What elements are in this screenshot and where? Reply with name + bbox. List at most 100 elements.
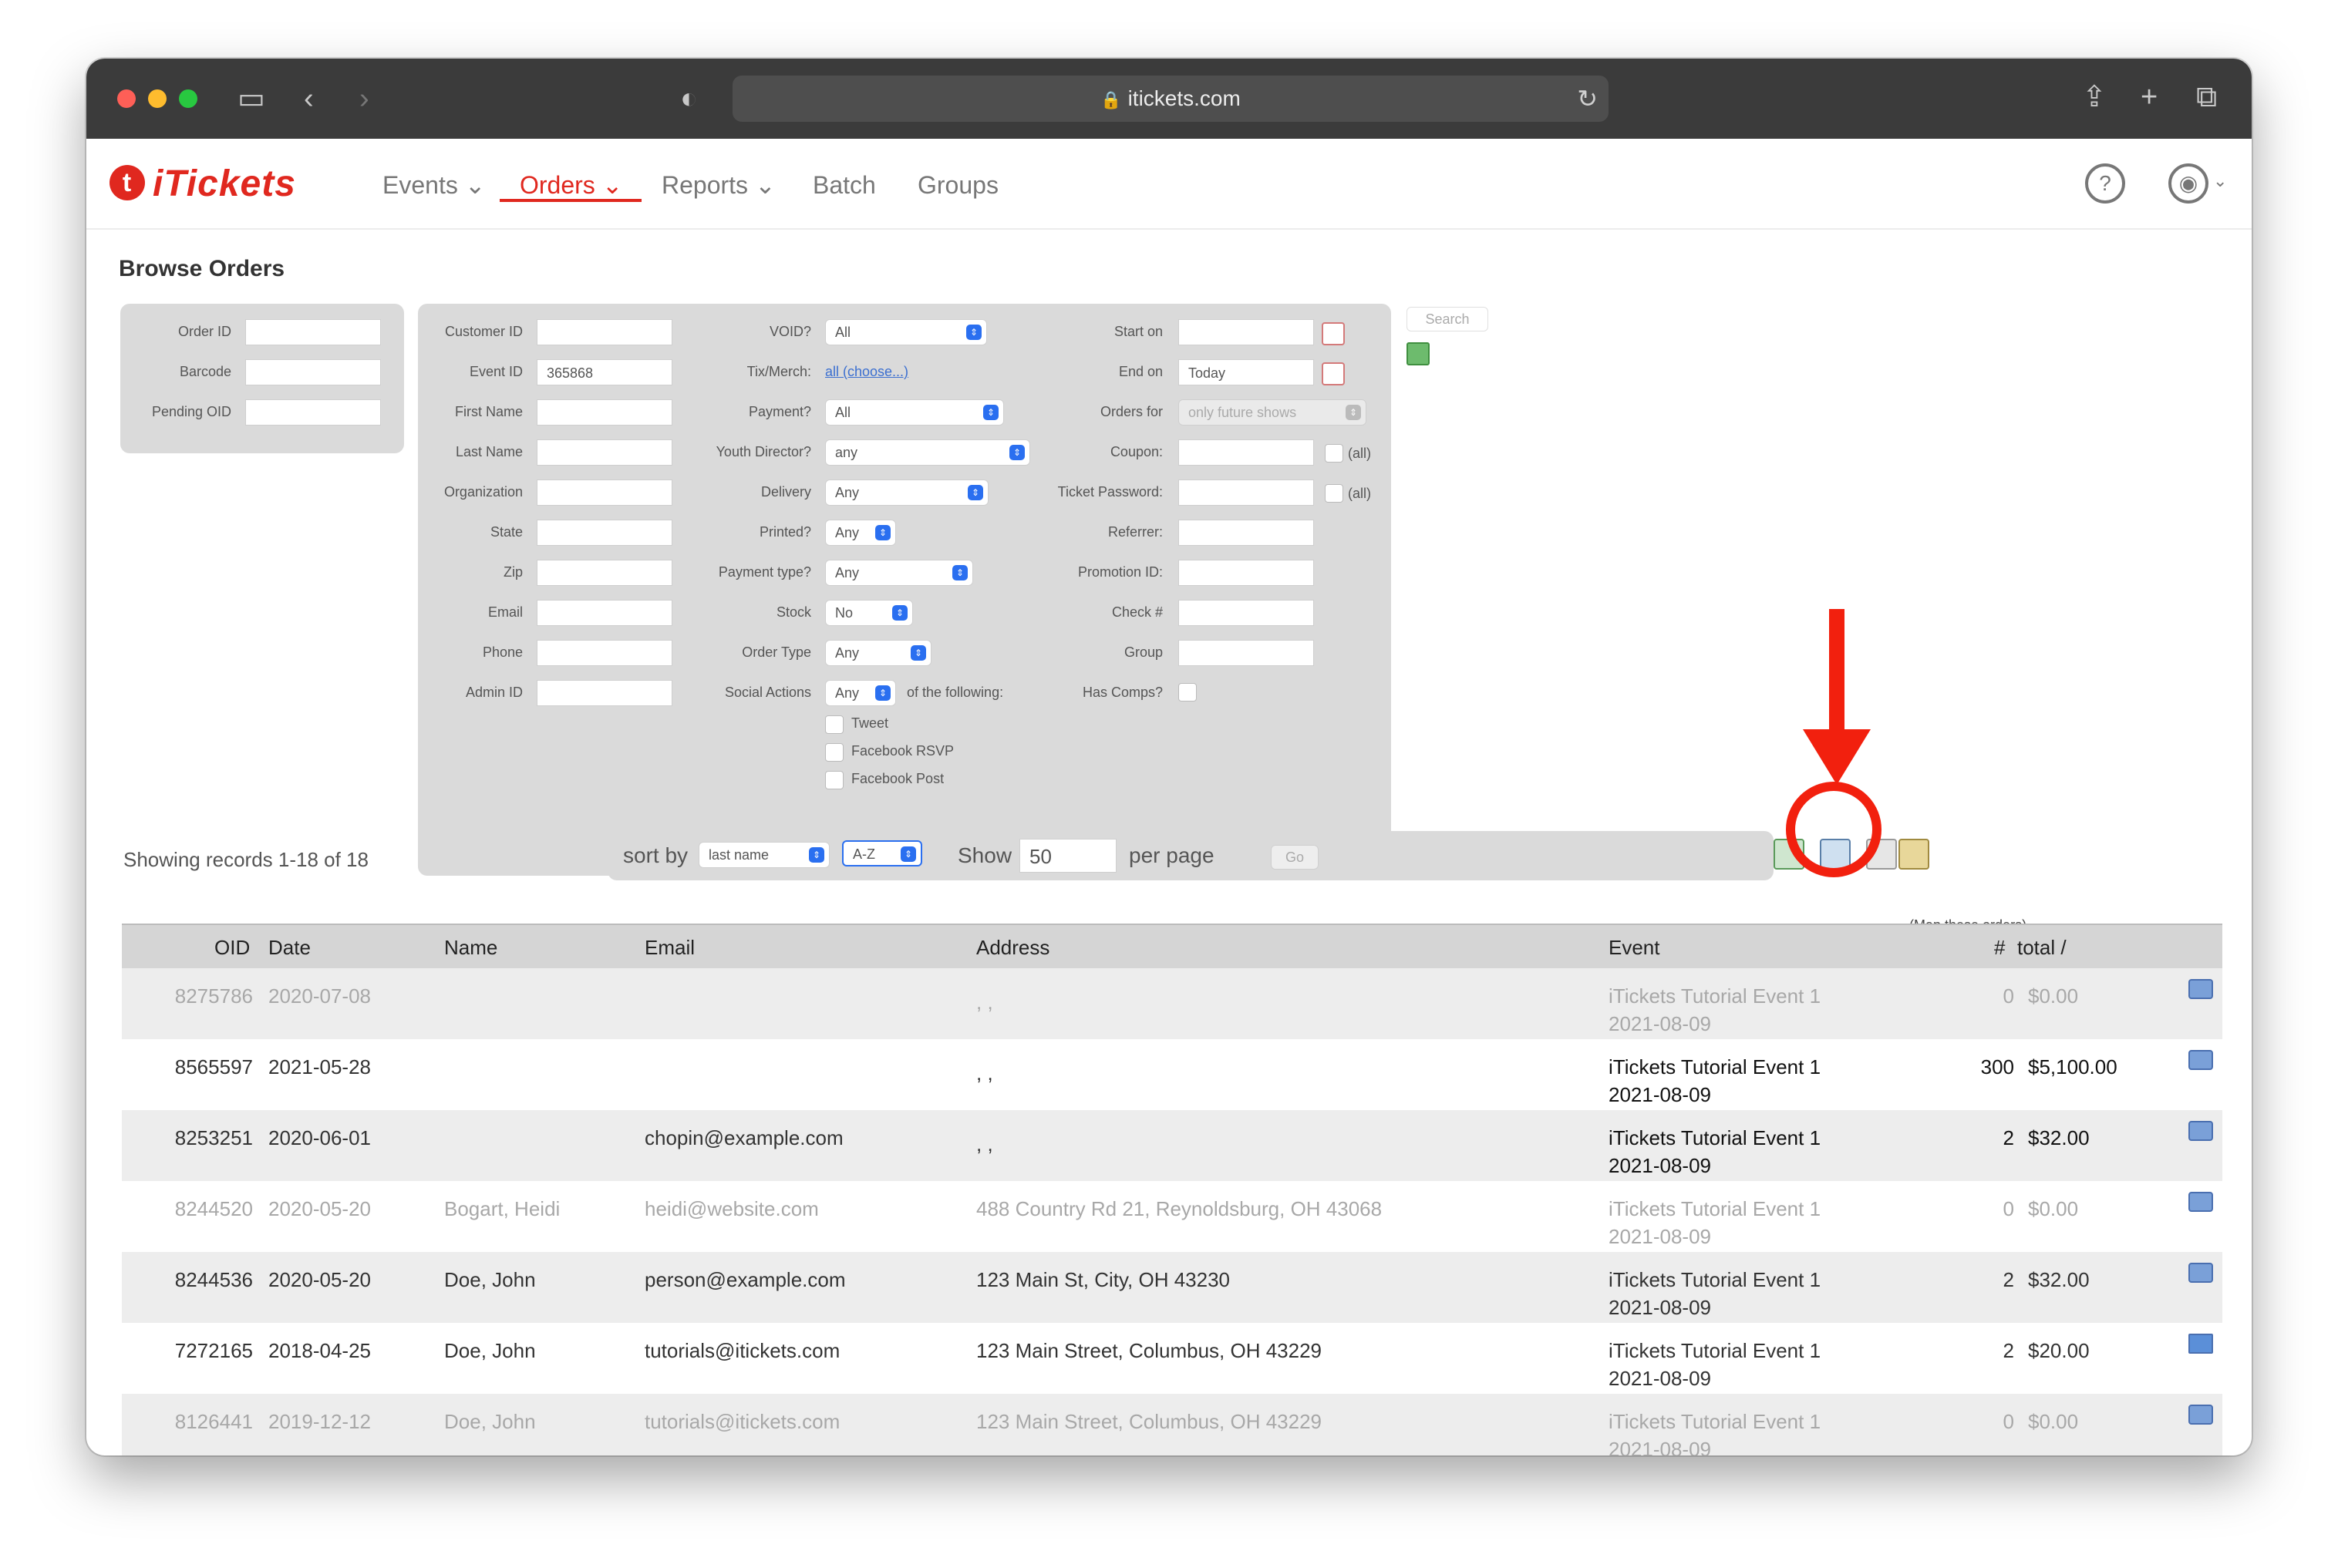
- pending-oid-input[interactable]: [245, 399, 381, 426]
- email-input[interactable]: [537, 600, 672, 626]
- cell-oid[interactable]: 7272165: [168, 1337, 253, 1364]
- chevron-down-icon[interactable]: ⌄: [2213, 171, 2227, 191]
- export-spreadsheet-icon[interactable]: [1407, 342, 1430, 365]
- zoom-window-button[interactable]: [179, 89, 197, 108]
- cell-oid[interactable]: 8565597: [168, 1053, 253, 1081]
- facebook-rsvp-checkbox[interactable]: [825, 743, 844, 762]
- header-oid[interactable]: OID: [214, 936, 250, 960]
- barcode-input[interactable]: [245, 359, 381, 385]
- check-number-input[interactable]: [1178, 600, 1314, 626]
- map-orders-icon[interactable]: [1898, 839, 1929, 870]
- go-button[interactable]: Go: [1271, 845, 1319, 870]
- payment-type-select[interactable]: Any ⇕: [825, 560, 973, 586]
- table-row[interactable]: 8253251 2020-06-01 chopin@example.com , …: [122, 1110, 2222, 1181]
- coupon-input[interactable]: [1178, 439, 1314, 466]
- cell-event[interactable]: iTickets Tutorial Event 1 2021-08-09: [1609, 1124, 1821, 1179]
- printed-select[interactable]: Any ⇕: [825, 520, 896, 546]
- header-count[interactable]: #: [1994, 936, 2005, 960]
- void-select[interactable]: All ⇕: [825, 319, 987, 345]
- table-row[interactable]: 8126441 2019-12-12 Doe, John tutorials@i…: [122, 1394, 2222, 1455]
- search-button[interactable]: Search: [1407, 307, 1488, 331]
- facebook-post-checkbox[interactable]: [825, 771, 844, 789]
- table-row[interactable]: 8565597 2021-05-28 , , iTickets Tutorial…: [122, 1039, 2222, 1110]
- order-id-input[interactable]: [245, 319, 381, 345]
- close-window-button[interactable]: [117, 89, 136, 108]
- cell-event[interactable]: iTickets Tutorial Event 1 2021-08-09: [1609, 1053, 1821, 1109]
- help-icon[interactable]: ?: [2085, 163, 2125, 204]
- calendar-icon[interactable]: [1322, 362, 1345, 385]
- per-page-input[interactable]: 50: [1019, 839, 1117, 873]
- header-event[interactable]: Event: [1609, 936, 1660, 960]
- email-ticket-icon[interactable]: [2188, 1334, 2213, 1354]
- tix-merch-link[interactable]: all (choose...): [825, 364, 908, 380]
- organization-input[interactable]: [537, 479, 672, 506]
- minimize-window-button[interactable]: [148, 89, 167, 108]
- forward-icon[interactable]: ›: [359, 83, 369, 114]
- cell-oid[interactable]: 8126441: [168, 1408, 253, 1435]
- zip-input[interactable]: [537, 560, 672, 586]
- tweet-checkbox[interactable]: [825, 715, 844, 734]
- header-total[interactable]: total /: [2017, 936, 2067, 960]
- start-on-input[interactable]: [1178, 319, 1314, 345]
- address-bar[interactable]: 🔒 itickets.com ↻: [733, 76, 1609, 122]
- header-name[interactable]: Name: [444, 936, 497, 960]
- referrer-input[interactable]: [1178, 520, 1314, 546]
- calendar-icon[interactable]: [1322, 322, 1345, 345]
- nav-orders[interactable]: Orders ⌄: [520, 170, 623, 200]
- printer-icon[interactable]: [2188, 1405, 2213, 1425]
- cell-event[interactable]: iTickets Tutorial Event 1 2021-08-09: [1609, 1195, 1821, 1250]
- printer-icon[interactable]: [2188, 1121, 2213, 1141]
- back-icon[interactable]: ‹: [304, 83, 314, 114]
- table-row[interactable]: 8244536 2020-05-20 Doe, John person@exam…: [122, 1252, 2222, 1323]
- sidebar-toggle-icon[interactable]: ▭: [238, 83, 265, 114]
- printer-icon[interactable]: [2188, 1192, 2213, 1212]
- user-avatar-icon[interactable]: ◉: [2168, 163, 2208, 204]
- shield-icon[interactable]: ◐: [680, 83, 698, 114]
- header-date[interactable]: Date: [268, 936, 311, 960]
- cell-event[interactable]: iTickets Tutorial Event 1 2021-08-09: [1609, 1266, 1821, 1321]
- social-actions-select[interactable]: Any ⇕: [825, 680, 896, 706]
- header-email[interactable]: Email: [645, 936, 695, 960]
- youth-director-select[interactable]: any ⇕: [825, 439, 1030, 466]
- delivery-select[interactable]: Any ⇕: [825, 479, 989, 506]
- first-name-input[interactable]: [537, 399, 672, 426]
- stock-select[interactable]: No ⇕: [825, 600, 913, 626]
- nav-batch[interactable]: Batch: [813, 170, 876, 200]
- last-name-input[interactable]: [537, 439, 672, 466]
- event-id-input[interactable]: 365868: [537, 359, 672, 385]
- table-row[interactable]: 8244520 2020-05-20 Bogart, Heidi heidi@w…: [122, 1181, 2222, 1252]
- itickets-logo[interactable]: t iTickets: [109, 165, 296, 204]
- cell-event[interactable]: iTickets Tutorial Event 1 2021-08-09: [1609, 982, 1821, 1038]
- state-input[interactable]: [537, 520, 672, 546]
- admin-id-input[interactable]: [537, 680, 672, 706]
- cell-oid[interactable]: 8244520: [168, 1195, 253, 1223]
- cell-oid[interactable]: 8244536: [168, 1266, 253, 1294]
- coupon-all-checkbox[interactable]: [1325, 444, 1343, 463]
- table-row[interactable]: 8275786 2020-07-08 , , iTickets Tutorial…: [122, 968, 2222, 1039]
- tab-overview-icon[interactable]: ⧉: [2196, 82, 2217, 113]
- cell-event[interactable]: iTickets Tutorial Event 1 2021-08-09: [1609, 1408, 1821, 1455]
- table-row[interactable]: 7272165 2018-04-25 Doe, John tutorials@i…: [122, 1323, 2222, 1394]
- orders-for-select[interactable]: only future shows ⇕: [1178, 399, 1366, 426]
- header-address[interactable]: Address: [976, 936, 1049, 960]
- share-icon[interactable]: ⇪: [2082, 82, 2107, 113]
- payment-select[interactable]: All ⇕: [825, 399, 1004, 426]
- reload-icon[interactable]: ↻: [1577, 76, 1598, 122]
- sort-order-select[interactable]: A-Z ⇕: [842, 840, 922, 866]
- cell-oid[interactable]: 8253251: [168, 1124, 253, 1152]
- nav-events[interactable]: Events ⌄: [382, 170, 486, 200]
- sort-field-select[interactable]: last name ⇕: [699, 842, 830, 868]
- customer-id-input[interactable]: [537, 319, 672, 345]
- printer-icon[interactable]: [2188, 1050, 2213, 1070]
- order-type-select[interactable]: Any ⇕: [825, 640, 931, 666]
- nav-reports[interactable]: Reports ⌄: [662, 170, 776, 200]
- end-on-input[interactable]: Today: [1178, 359, 1314, 385]
- printer-icon[interactable]: [2188, 979, 2213, 999]
- cell-oid[interactable]: 8275786: [168, 982, 253, 1010]
- ticket-password-input[interactable]: [1178, 479, 1314, 506]
- cell-event[interactable]: iTickets Tutorial Event 1 2021-08-09: [1609, 1337, 1821, 1392]
- printer-icon[interactable]: [2188, 1263, 2213, 1283]
- ticket-password-all-checkbox[interactable]: [1325, 484, 1343, 503]
- has-comps-checkbox[interactable]: [1178, 683, 1197, 702]
- group-input[interactable]: [1178, 640, 1314, 666]
